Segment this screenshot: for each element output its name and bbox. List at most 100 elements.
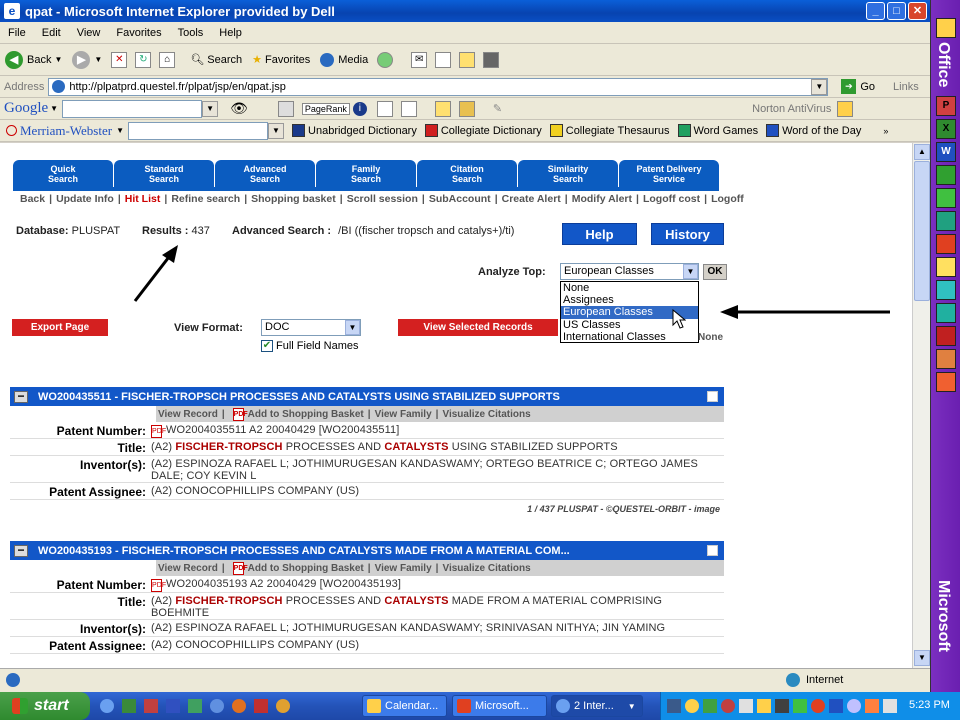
quicklaunch-icon[interactable] [188, 699, 202, 713]
norton-antivirus-label[interactable]: Norton AntiVirus [752, 103, 831, 115]
task-calendar-label: Calendar... [385, 700, 439, 712]
clock[interactable]: 5:23 PM [909, 699, 950, 711]
star-icon: ★ [252, 54, 263, 66]
chart-icon[interactable] [936, 372, 956, 392]
media-button[interactable]: Media [315, 52, 373, 67]
office-label: Office [935, 42, 952, 88]
word-of-the-day-button[interactable]: Word of the Day [762, 124, 865, 137]
access-icon[interactable] [936, 234, 956, 254]
stop-icon[interactable]: ✕ [111, 51, 128, 68]
minimize-button[interactable]: _ [866, 2, 885, 20]
chevron-down-icon[interactable]: ▼ [202, 100, 219, 117]
vertical-scrollbar[interactable]: ▲ ▼ [912, 143, 930, 668]
history-icon[interactable] [377, 51, 394, 68]
scroll-up-icon[interactable]: ▲ [914, 144, 930, 160]
menu-help[interactable]: Help [211, 27, 250, 39]
address-input[interactable]: http://plpatprd.questel.fr/plpat/jsp/en/… [48, 77, 829, 96]
go-arrow-icon[interactable]: ➔ [841, 79, 857, 94]
tray-icon[interactable] [811, 699, 825, 713]
chevron-down-icon[interactable]: ▼ [268, 122, 285, 139]
word-icon[interactable]: W [936, 142, 956, 162]
folder-icon[interactable] [936, 257, 956, 277]
chevron-right-icon[interactable]: » [883, 126, 888, 136]
chevron-down-icon[interactable]: ▼ [50, 104, 58, 113]
search-button[interactable]: 🔍︎ Search [185, 53, 247, 67]
scroll-down-icon[interactable]: ▼ [914, 650, 930, 666]
chevron-down-icon[interactable]: ▼ [811, 78, 828, 95]
office-shortcut-bar: Office P X W Microsoft [930, 0, 960, 692]
quicklaunch-icon[interactable] [210, 699, 224, 713]
menu-edit[interactable]: Edit [34, 27, 69, 39]
checkmark-icon[interactable] [936, 326, 956, 346]
google-search-input[interactable] [62, 99, 203, 118]
highlight-icon[interactable] [434, 100, 451, 117]
favorites-button[interactable]: ★ Favorites [247, 53, 315, 67]
chevron-down-icon[interactable]: ▼ [116, 126, 124, 135]
pencil-icon[interactable]: ✎ [493, 102, 502, 115]
tray-icon[interactable] [721, 699, 735, 713]
task-microsoft[interactable]: Microsoft... [452, 695, 547, 717]
media-icon[interactable] [936, 349, 956, 369]
mw-brand[interactable]: Merriam-Webster [20, 123, 112, 139]
info-icon[interactable]: i [352, 101, 367, 116]
collegiate-thesaurus-button[interactable]: Collegiate Thesaurus [546, 124, 674, 137]
speaker-icon[interactable] [883, 699, 897, 713]
firefox-icon[interactable] [232, 699, 246, 713]
start-button[interactable]: start [0, 692, 90, 720]
home-icon[interactable]: ⌂ [159, 51, 176, 68]
excel-icon[interactable]: X [936, 119, 956, 139]
publisher-icon[interactable] [936, 211, 956, 231]
menu-view[interactable]: View [69, 27, 109, 39]
unabridged-dictionary-button[interactable]: Unabridged Dictionary [288, 124, 421, 137]
forward-button[interactable]: ▶ ▼ [67, 50, 107, 69]
tray-icon[interactable] [847, 699, 861, 713]
quicklaunch-icon[interactable] [276, 699, 290, 713]
outlook-icon[interactable] [936, 165, 956, 185]
internet-icon[interactable] [936, 280, 956, 300]
quicklaunch-icon[interactable] [144, 699, 158, 713]
ie-quicklaunch-icon[interactable] [100, 699, 114, 713]
desktop-icon[interactable] [122, 699, 136, 713]
tray-icon[interactable] [685, 699, 699, 713]
print-icon[interactable] [435, 51, 452, 68]
maximize-button[interactable]: □ [887, 2, 906, 20]
go-button[interactable]: Go [860, 81, 875, 93]
word-games-button[interactable]: Word Games [674, 124, 763, 137]
collegiate-dictionary-button[interactable]: Collegiate Dictionary [421, 124, 546, 137]
scroll-thumb[interactable] [914, 161, 930, 301]
tray-icon[interactable] [667, 699, 681, 713]
tray-icon[interactable] [793, 699, 807, 713]
edit-icon[interactable] [459, 51, 476, 68]
tray-icon[interactable] [865, 699, 879, 713]
news-icon[interactable] [277, 100, 294, 117]
folder-icon[interactable] [458, 100, 475, 117]
autofill-icon[interactable] [400, 100, 417, 117]
tray-icon[interactable] [703, 699, 717, 713]
tray-icon[interactable] [829, 699, 843, 713]
project-icon[interactable] [936, 188, 956, 208]
google-logo[interactable]: Google [4, 100, 48, 117]
back-button[interactable]: ◀ Back ▼ [0, 50, 67, 69]
task-internet-explorer[interactable]: 2 Inter... ▼ [551, 695, 643, 717]
network-icon[interactable] [936, 303, 956, 323]
search-web-icon[interactable]: 👁︎ [230, 100, 248, 117]
powerpoint-icon[interactable]: P [936, 96, 956, 116]
links-label[interactable]: Links [893, 81, 919, 93]
tray-icon[interactable] [739, 699, 753, 713]
messenger-icon[interactable] [483, 51, 500, 68]
quicklaunch-icon[interactable] [166, 699, 180, 713]
menu-tools[interactable]: Tools [170, 27, 212, 39]
mw-search-input[interactable] [128, 121, 269, 140]
menu-favorites[interactable]: Favorites [108, 27, 169, 39]
refresh-icon[interactable]: ↻ [135, 51, 152, 68]
popup-blocker-icon[interactable] [376, 100, 393, 117]
quicklaunch-icon[interactable] [254, 699, 268, 713]
tray-icon[interactable] [775, 699, 789, 713]
menu-file[interactable]: File [0, 27, 34, 39]
task-calendar[interactable]: Calendar... [362, 695, 447, 717]
mail-icon[interactable]: ✉ [411, 51, 428, 68]
tray-icon[interactable] [757, 699, 771, 713]
close-button[interactable]: ✕ [908, 2, 927, 20]
office-folder-icon[interactable] [936, 18, 956, 38]
norton-icon[interactable] [837, 100, 854, 117]
